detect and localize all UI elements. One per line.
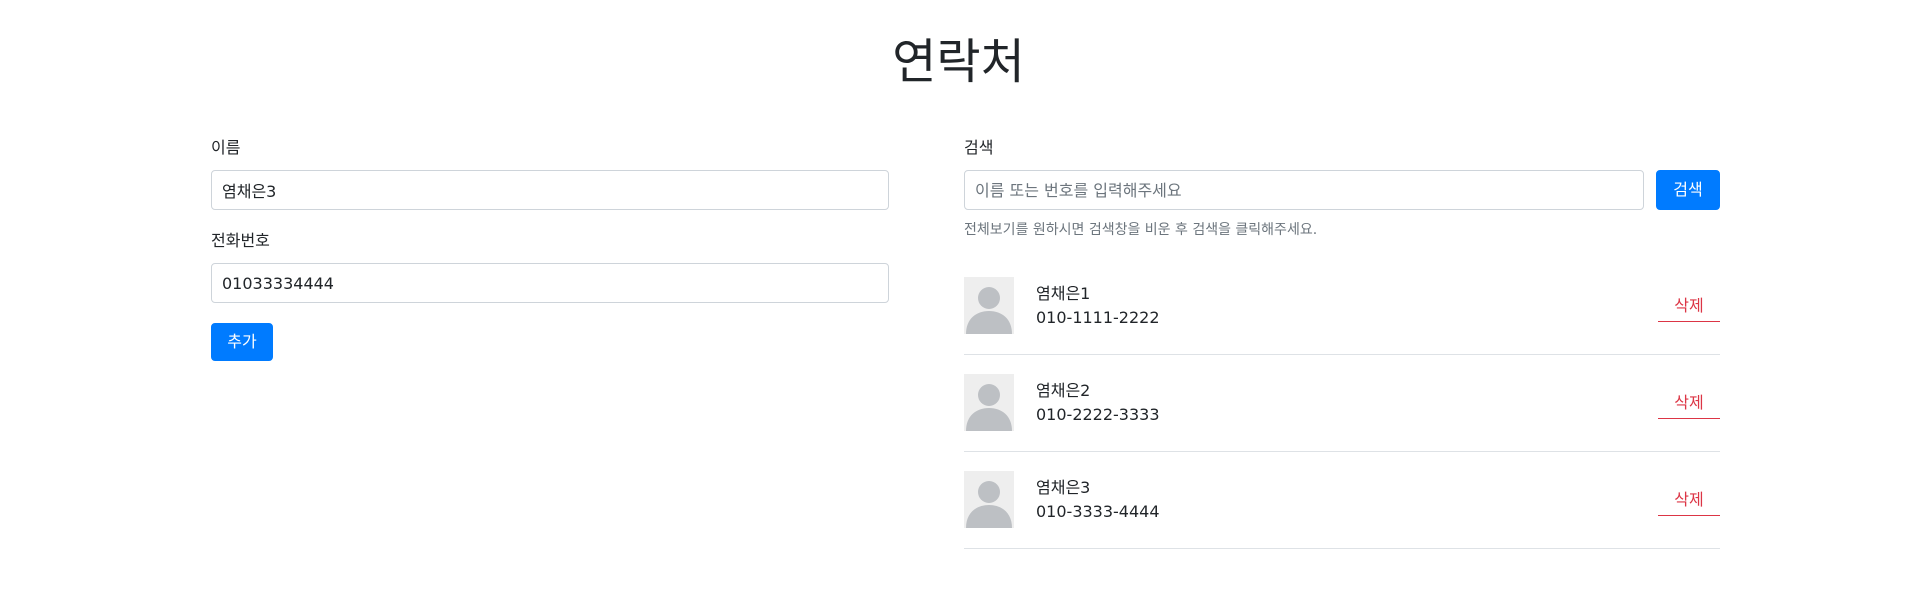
contact-phone: 010-1111-2222 (1036, 308, 1160, 327)
delete-button[interactable]: 삭제 (1658, 387, 1720, 419)
contact-name: 염채은1 (1036, 284, 1091, 303)
phone-input[interactable] (211, 263, 889, 303)
contact-item: 염채은2 010-2222-3333 삭제 (964, 355, 1720, 452)
user-silhouette-icon (964, 277, 1014, 334)
search-button[interactable]: 검색 (1656, 170, 1720, 210)
contact-phone: 010-2222-3333 (1036, 405, 1160, 424)
search-input[interactable] (964, 170, 1644, 210)
search-label: 검색 (964, 138, 994, 157)
delete-button[interactable]: 삭제 (1658, 484, 1720, 516)
contact-name: 염채은3 (1036, 478, 1091, 497)
contact-item: 염채은3 010-3333-4444 삭제 (964, 452, 1720, 549)
user-silhouette-icon (964, 374, 1014, 431)
phone-label: 전화번호 (211, 231, 270, 250)
contacts-page: 연락처 이름 전화번호 추가 검색 검색 전체보기를 원하시면 검색창을 비운 … (0, 0, 1917, 603)
add-button[interactable]: 추가 (211, 323, 273, 361)
contact-name: 염채은2 (1036, 381, 1091, 400)
add-contact-form: 이름 전화번호 (211, 136, 889, 303)
delete-button[interactable]: 삭제 (1658, 290, 1720, 322)
contact-phone: 010-3333-4444 (1036, 502, 1160, 521)
contact-list: 염채은1 010-1111-2222 삭제 염채은2 010-2222-3333… (964, 258, 1720, 549)
name-input[interactable] (211, 170, 889, 210)
name-label: 이름 (211, 138, 241, 157)
contact-item: 염채은1 010-1111-2222 삭제 (964, 258, 1720, 355)
search-section: 검색 (964, 136, 1720, 160)
page-title: 연락처 (892, 34, 1025, 90)
search-help-text: 전체보기를 원하시면 검색창을 비운 후 검색을 클릭해주세요. (964, 222, 1318, 238)
user-silhouette-icon (964, 471, 1014, 528)
